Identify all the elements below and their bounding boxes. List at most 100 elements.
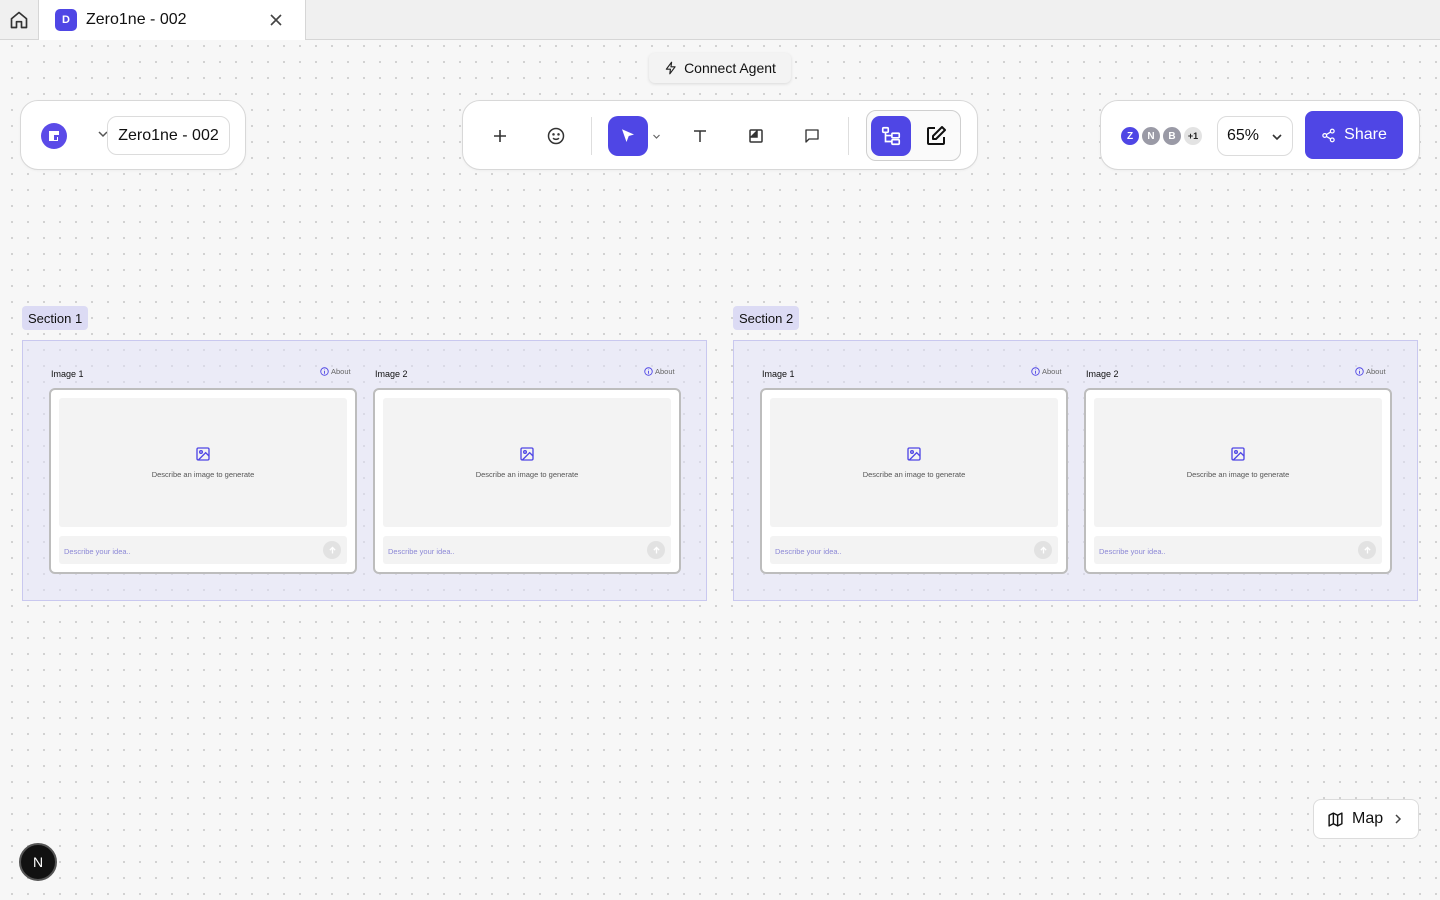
tab-title: Zero1ne - 002	[86, 11, 187, 28]
lightning-icon	[665, 61, 676, 75]
send-button[interactable]	[647, 541, 665, 559]
share-label: Share	[1344, 126, 1387, 143]
image-card[interactable]: Describe an image to generate Describe y…	[49, 388, 357, 574]
section-frame[interactable]: Image 1 About Describe an image to gener…	[733, 340, 1418, 601]
map-label: Map	[1352, 810, 1384, 827]
chevron-right-icon	[1395, 814, 1402, 824]
card-title: Image 2	[375, 369, 408, 379]
about-link[interactable]: About	[644, 367, 675, 376]
image-card[interactable]: Describe an image to generate Describe y…	[760, 388, 1068, 574]
prompt-placeholder: Describe your idea..	[64, 547, 131, 556]
image-card[interactable]: Describe an image to generate Describe y…	[1084, 388, 1392, 574]
shape-tool-button[interactable]	[736, 116, 776, 156]
prompt-placeholder: Describe your idea..	[1099, 547, 1166, 556]
prompt-input[interactable]: Describe your idea..	[1094, 536, 1382, 564]
image-icon	[196, 447, 210, 461]
app-logo[interactable]	[41, 123, 67, 149]
logo-icon	[49, 131, 59, 141]
prompt-placeholder: Describe your idea..	[775, 547, 842, 556]
toolbar-divider	[591, 117, 592, 155]
image-icon	[1231, 447, 1245, 461]
collaboration-panel: Z N B +1 65% Share	[1100, 100, 1420, 170]
send-button[interactable]	[323, 541, 341, 559]
preview-hint: Describe an image to generate	[475, 470, 579, 479]
home-button[interactable]	[0, 0, 39, 39]
edit-mode-button[interactable]	[916, 116, 956, 156]
add-button[interactable]	[480, 116, 520, 156]
avatar[interactable]: B	[1161, 125, 1183, 147]
user-avatar[interactable]: N	[19, 843, 57, 881]
zoom-select[interactable]: 65%	[1217, 116, 1293, 156]
emoji-button[interactable]	[536, 116, 576, 156]
avatar[interactable]: Z	[1119, 125, 1141, 147]
image-preview[interactable]: Describe an image to generate	[770, 398, 1058, 527]
map-button[interactable]: Map	[1313, 799, 1419, 839]
close-icon	[270, 14, 282, 26]
about-label: About	[1042, 367, 1062, 376]
image-icon	[907, 447, 921, 461]
image-preview[interactable]: Describe an image to generate	[383, 398, 671, 527]
image-preview[interactable]: Describe an image to generate	[59, 398, 347, 527]
arrow-up-icon	[1039, 546, 1047, 553]
close-tab-button[interactable]	[267, 11, 285, 29]
smiley-icon	[547, 127, 565, 145]
info-icon	[1355, 367, 1364, 376]
plus-icon	[494, 130, 506, 142]
comment-tool-button[interactable]	[792, 116, 832, 156]
shape-icon	[749, 129, 763, 143]
send-button[interactable]	[1358, 541, 1376, 559]
connect-agent-button[interactable]: Connect Agent	[649, 53, 791, 83]
about-link[interactable]: About	[1031, 367, 1062, 376]
prompt-input[interactable]: Describe your idea..	[770, 536, 1058, 564]
prompt-input[interactable]: Describe your idea..	[383, 536, 671, 564]
share-icon	[1322, 128, 1335, 142]
share-button[interactable]: Share	[1305, 111, 1403, 159]
arrow-up-icon	[328, 546, 336, 553]
text-icon	[694, 130, 706, 142]
edit-icon	[927, 126, 946, 145]
avatar[interactable]: N	[1140, 125, 1162, 147]
card-title: Image 1	[51, 369, 84, 379]
toolbar-divider	[848, 117, 849, 155]
project-name-field[interactable]: Zero1ne - 002	[107, 116, 230, 155]
preview-hint: Describe an image to generate	[151, 470, 255, 479]
card-title: Image 2	[1086, 369, 1119, 379]
home-icon	[10, 11, 28, 28]
image-icon	[520, 447, 534, 461]
about-label: About	[331, 367, 351, 376]
cursor-icon	[622, 129, 634, 142]
map-icon	[1328, 811, 1343, 827]
section-label[interactable]: Section 2	[733, 306, 800, 330]
arrow-up-icon	[1363, 546, 1371, 553]
info-icon	[1031, 367, 1040, 376]
preview-hint: Describe an image to generate	[862, 470, 966, 479]
arrow-up-icon	[652, 546, 660, 553]
about-link[interactable]: About	[320, 367, 351, 376]
prompt-placeholder: Describe your idea..	[388, 547, 455, 556]
tree-view-button[interactable]	[871, 116, 911, 156]
chevron-down-icon[interactable]	[652, 132, 661, 141]
text-tool-button[interactable]	[680, 116, 720, 156]
section-label[interactable]: Section 1	[22, 306, 89, 330]
toolbar	[462, 100, 978, 170]
tab-file[interactable]: D Zero1ne - 002	[39, 0, 306, 40]
about-link[interactable]: About	[1355, 367, 1386, 376]
image-preview[interactable]: Describe an image to generate	[1094, 398, 1382, 527]
about-label: About	[655, 367, 675, 376]
info-icon	[320, 367, 329, 376]
chevron-down-icon	[1272, 134, 1282, 141]
send-button[interactable]	[1034, 541, 1052, 559]
tab-badge: D	[55, 9, 77, 31]
zoom-value: 65%	[1227, 127, 1260, 144]
more-collaborators-badge[interactable]: +1	[1182, 125, 1204, 147]
comment-icon	[805, 129, 819, 143]
mode-toggle	[866, 110, 961, 161]
about-label: About	[1366, 367, 1386, 376]
preview-hint: Describe an image to generate	[1186, 470, 1290, 479]
select-tool-button[interactable]	[608, 116, 648, 156]
connect-agent-label: Connect Agent	[684, 60, 776, 76]
prompt-input[interactable]: Describe your idea..	[59, 536, 347, 564]
section-frame[interactable]: Image 1 About Describe an image to gener…	[22, 340, 707, 601]
image-card[interactable]: Describe an image to generate Describe y…	[373, 388, 681, 574]
tab-bar: D Zero1ne - 002	[0, 0, 1440, 40]
